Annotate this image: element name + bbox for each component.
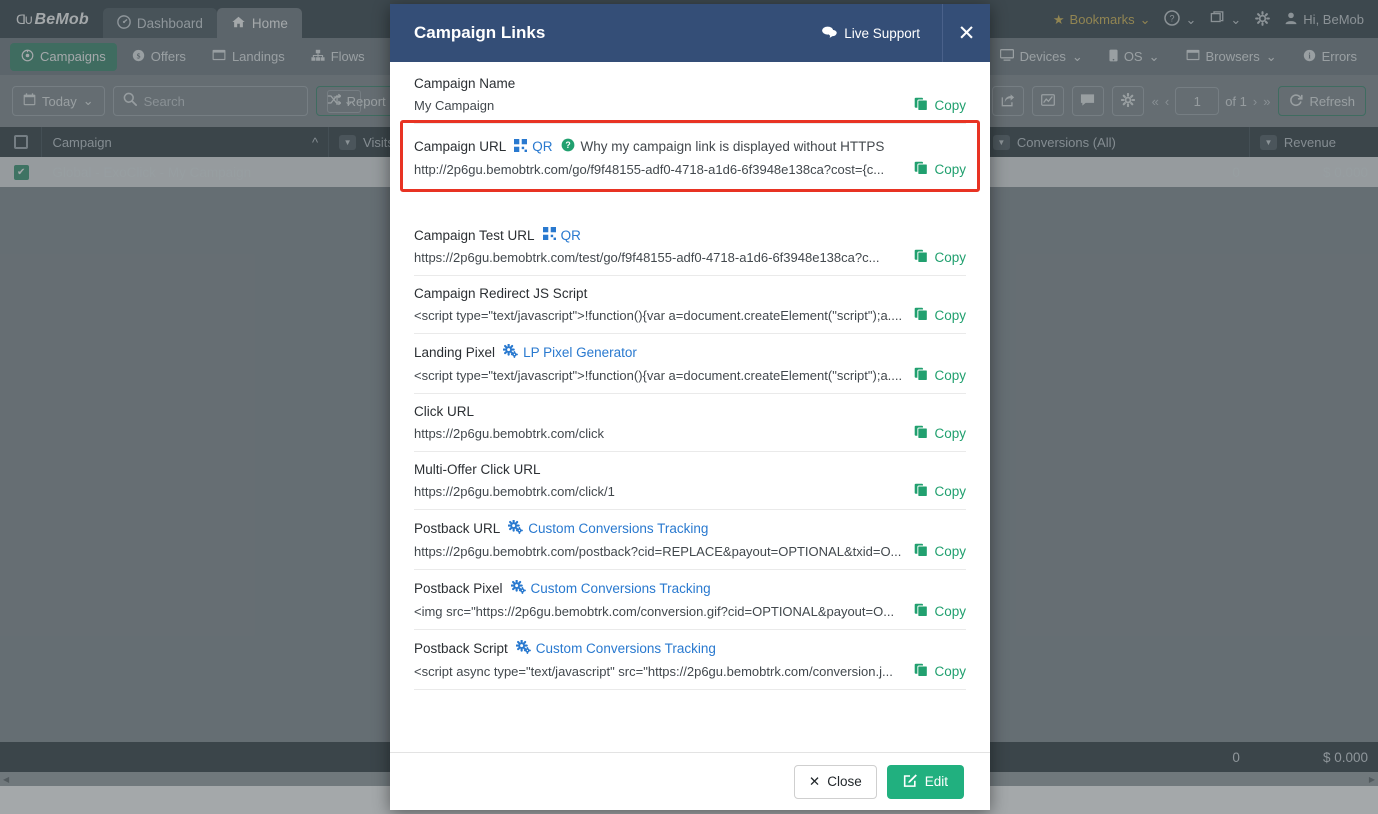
copy-button[interactable]: Copy (914, 367, 966, 384)
row-label: Campaign Name (414, 76, 516, 91)
link-row-click-url: Click URL https://2p6gu.bemobtrk.com/cli… (414, 394, 966, 452)
copy-icon (914, 97, 929, 114)
row-value: https://2p6gu.bemobtrk.com/postback?cid=… (414, 544, 902, 559)
copy-icon (914, 663, 929, 680)
link-row-postback-pixel: Postback Pixel Custom Conversions Tracki… (414, 570, 966, 630)
gears-icon (515, 639, 531, 657)
close-button-label: Close (827, 774, 862, 789)
row-label: Campaign URL (414, 139, 507, 154)
copy-icon (914, 543, 929, 560)
row-value: http://2p6gu.bemobtrk.com/go/f9f48155-ad… (414, 162, 885, 177)
qr-code-icon (514, 138, 528, 155)
custom-conversions-tracking-link[interactable]: Custom Conversions Tracking (507, 519, 709, 537)
copy-label: Copy (934, 426, 966, 441)
pencil-square-icon (903, 773, 918, 791)
copy-label: Copy (934, 604, 966, 619)
campaign-links-modal: Campaign Links Live Support ✕ Campaign N… (390, 4, 990, 810)
row-value: <script type="text/javascript">!function… (414, 308, 903, 323)
custom-conversions-tracking-label: Custom Conversions Tracking (530, 581, 711, 596)
close-button[interactable]: ✕ Close (793, 764, 877, 799)
modal-header: Campaign Links Live Support ✕ (390, 4, 990, 62)
svg-text:?: ? (565, 140, 570, 150)
qr-label: QR (560, 227, 581, 243)
copy-icon (914, 425, 929, 442)
gears-icon (502, 343, 518, 361)
copy-icon (914, 307, 929, 324)
qr-link[interactable]: QR (542, 227, 581, 243)
copy-button[interactable]: Copy (914, 249, 966, 266)
copy-label: Copy (934, 308, 966, 323)
link-row-campaign-url: Campaign URL QR ? Why my campaign link i… (414, 124, 966, 190)
modal-body: Campaign Name My Campaign Copy Campaign … (390, 62, 990, 752)
copy-button[interactable]: Copy (914, 603, 966, 620)
copy-label: Copy (934, 544, 966, 559)
lp-pixel-generator-link[interactable]: LP Pixel Generator (502, 343, 637, 361)
copy-icon (914, 603, 929, 620)
row-label: Campaign Redirect JS Script (414, 286, 588, 301)
row-label: Landing Pixel (414, 345, 496, 360)
copy-label: Copy (934, 162, 966, 177)
copy-button[interactable]: Copy (914, 97, 966, 114)
gears-icon (510, 579, 526, 597)
row-label: Postback URL (414, 521, 501, 536)
copy-label: Copy (934, 368, 966, 383)
row-value: https://2p6gu.bemobtrk.com/click (414, 426, 605, 441)
row-label: Postback Script (414, 641, 508, 656)
copy-label: Copy (934, 250, 966, 265)
custom-conversions-tracking-link[interactable]: Custom Conversions Tracking (510, 579, 711, 597)
copy-icon (914, 483, 929, 500)
link-row-postback-url: Postback URL Custom Conversions Tracking… (414, 510, 966, 570)
custom-conversions-tracking-label: Custom Conversions Tracking (535, 641, 716, 656)
link-row-landing-pixel: Landing Pixel LP Pixel Generator <script… (414, 334, 966, 394)
copy-icon (914, 161, 929, 178)
qr-label: QR (532, 139, 553, 154)
modal-footer: ✕ Close Edit (390, 752, 990, 810)
https-help-label: Why my campaign link is displayed withou… (580, 139, 885, 154)
live-support-label: Live Support (844, 25, 920, 41)
row-value: <script async type="text/javascript" src… (414, 664, 893, 679)
row-value: https://2p6gu.bemobtrk.com/test/go/f9f48… (414, 250, 880, 265)
copy-button[interactable]: Copy (914, 425, 966, 442)
copy-icon (914, 367, 929, 384)
gears-icon (507, 519, 524, 537)
live-support-button[interactable]: Live Support (822, 26, 942, 41)
qr-link[interactable]: QR (514, 138, 553, 155)
modal-title: Campaign Links (414, 23, 546, 42)
chat-icon (822, 26, 837, 41)
row-label: Multi-Offer Click URL (414, 462, 541, 477)
row-value: https://2p6gu.bemobtrk.com/click/1 (414, 484, 615, 499)
link-row-campaign-test-url: Campaign Test URL QR https://2p6gu.bemob… (414, 217, 966, 276)
lp-pixel-generator-label: LP Pixel Generator (523, 345, 637, 360)
copy-button[interactable]: Copy (914, 663, 966, 680)
qr-code-icon (542, 227, 556, 243)
link-row-redirect-js: Campaign Redirect JS Script <script type… (414, 276, 966, 334)
copy-label: Copy (934, 98, 966, 113)
x-icon: ✕ (808, 773, 821, 789)
copy-label: Copy (934, 664, 966, 679)
row-label: Postback Pixel (414, 581, 503, 596)
custom-conversions-tracking-label: Custom Conversions Tracking (528, 521, 709, 536)
copy-button[interactable]: Copy (914, 161, 966, 178)
copy-button[interactable]: Copy (914, 483, 966, 500)
modal-close-button[interactable]: ✕ (942, 4, 990, 62)
copy-label: Copy (934, 484, 966, 499)
row-label: Campaign Test URL (414, 227, 535, 243)
link-row-campaign-name: Campaign Name My Campaign Copy (414, 62, 966, 124)
link-row-multi-offer-click-url: Multi-Offer Click URL https://2p6gu.bemo… (414, 452, 966, 510)
row-label: Click URL (414, 404, 475, 419)
question-circle-icon: ? (561, 138, 575, 155)
edit-button-label: Edit (924, 774, 948, 789)
link-row-postback-script: Postback Script Custom Conversions Track… (414, 630, 966, 690)
edit-button[interactable]: Edit (886, 764, 964, 799)
custom-conversions-tracking-link[interactable]: Custom Conversions Tracking (515, 639, 716, 657)
https-help-note[interactable]: ? Why my campaign link is displayed with… (561, 138, 885, 155)
row-value: <script type="text/javascript">!function… (414, 368, 903, 383)
copy-button[interactable]: Copy (914, 543, 966, 560)
row-value: <img src="https://2p6gu.bemobtrk.com/con… (414, 604, 895, 619)
copy-button[interactable]: Copy (914, 307, 966, 324)
close-icon: ✕ (957, 21, 976, 45)
copy-icon (914, 249, 929, 266)
row-value: My Campaign (414, 98, 495, 113)
